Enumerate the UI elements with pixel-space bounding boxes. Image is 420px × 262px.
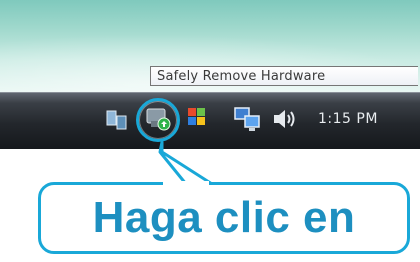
callout-text: Haga clic en — [92, 193, 356, 242]
callout-join — [163, 181, 209, 186]
callout-box: Haga clic en — [38, 182, 410, 254]
